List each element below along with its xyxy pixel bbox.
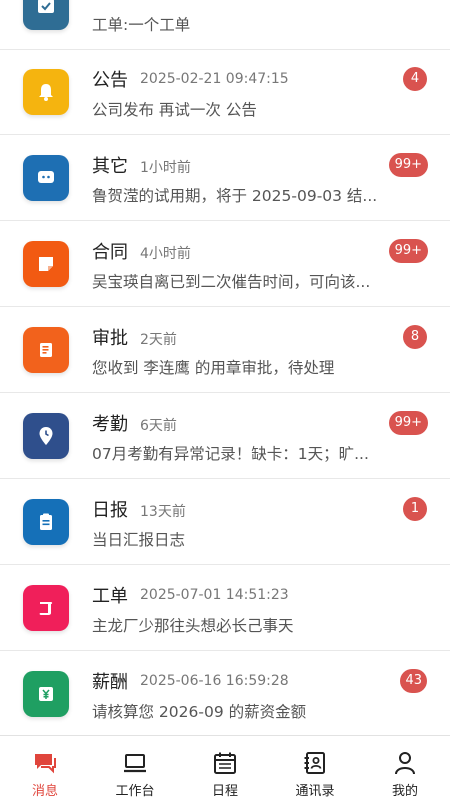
- tab-messages[interactable]: 消息: [0, 736, 90, 801]
- calendar-icon: [214, 752, 236, 774]
- message-item-announcement[interactable]: 公告 2025-02-21 09:47:15 公司发布 再试一次 公告 4: [0, 50, 450, 135]
- message-item-workorder[interactable]: 工单 2025-07-01 14:51:23 主龙厂少那往头想必长己事天: [0, 566, 450, 651]
- message-item-workorder-top[interactable]: 工单:一个工单: [0, 0, 450, 50]
- message-item-other[interactable]: 其它 1小时前 鲁贺滢的试用期，将于 2025-09-03 结... 99+: [0, 136, 450, 221]
- unread-badge: 4: [403, 67, 427, 91]
- message-desc: 工单:一个工单: [92, 16, 191, 34]
- message-desc: 07月考勤有异常记录！缺卡：1天；旷...: [92, 445, 369, 463]
- message-time: 2025-02-21 09:47:15: [140, 71, 289, 87]
- message-time: 4小时前: [140, 246, 191, 262]
- message-title: 工单: [92, 586, 128, 607]
- tab-label: 消息: [31, 784, 58, 799]
- bottom-tab-bar: 消息 工作台 日程 通讯录 我的: [0, 735, 450, 800]
- message-desc: 当日汇报日志: [92, 531, 186, 549]
- message-desc: 吴宝瑛自离已到二次催告时间，可向该...: [92, 273, 371, 291]
- chat-icon: [35, 754, 56, 774]
- tab-mine[interactable]: 我的: [360, 736, 450, 801]
- message-time: 2025-06-16 16:59:28: [140, 673, 289, 689]
- message-desc: 请核算您 2026-09 的薪资金额: [92, 703, 307, 721]
- message-time: 1小时前: [140, 160, 191, 176]
- message-title: 日报: [92, 500, 128, 521]
- unread-badge: 1: [403, 497, 427, 521]
- message-list: 工单:一个工单 公告 2025-02-21 09:47:15 公司发布 再试一次…: [0, 0, 450, 735]
- contract-note-icon: [23, 241, 69, 287]
- tab-contacts[interactable]: 通讯录: [270, 736, 360, 801]
- message-item-daily-report[interactable]: 日报 13天前 当日汇报日志 1: [0, 480, 450, 565]
- tab-label: 通讯录: [295, 784, 335, 799]
- chat-bubble-icon: [23, 155, 69, 201]
- message-time: 2025-07-01 14:51:23: [140, 587, 289, 603]
- message-desc: 公司发布 再试一次 公告: [92, 101, 257, 119]
- tab-label: 我的: [391, 784, 418, 799]
- check-icon: [23, 0, 69, 30]
- tab-workbench[interactable]: 工作台: [90, 736, 180, 801]
- message-title: 薪酬: [92, 672, 128, 693]
- message-title: 其它: [92, 156, 128, 177]
- message-item-attendance[interactable]: 考勤 6天前 07月考勤有异常记录！缺卡：1天；旷... 99+: [0, 394, 450, 479]
- message-desc: 主龙厂少那往头想必长己事天: [92, 617, 294, 635]
- message-title: 考勤: [92, 414, 128, 435]
- unread-badge: 8: [403, 325, 427, 349]
- person-icon: [395, 752, 415, 775]
- bell-icon: [23, 69, 69, 115]
- message-item-salary[interactable]: 薪酬 2025-06-16 16:59:28 请核算您 2026-09 的薪资金…: [0, 652, 450, 735]
- approval-doc-icon: [23, 327, 69, 373]
- contacts-icon: [304, 752, 325, 774]
- message-desc: 您收到 李连鹰 的用章审批，待处理: [92, 359, 335, 377]
- unread-badge: 43: [400, 669, 427, 693]
- message-item-contract[interactable]: 合同 4小时前 吴宝瑛自离已到二次催告时间，可向该... 99+: [0, 222, 450, 307]
- tab-label: 日程: [211, 784, 238, 799]
- location-clock-icon: [23, 413, 69, 459]
- message-time: 6天前: [140, 418, 177, 434]
- message-time: 2天前: [140, 332, 177, 348]
- scroll-icon: [23, 585, 69, 631]
- yuan-icon: [23, 671, 69, 717]
- tab-label: 工作台: [115, 784, 155, 799]
- clipboard-icon: [23, 499, 69, 545]
- tab-schedule[interactable]: 日程: [180, 736, 270, 801]
- message-title: 合同: [92, 242, 128, 263]
- message-item-approval[interactable]: 审批 2天前 您收到 李连鹰 的用章审批，待处理 8: [0, 308, 450, 393]
- message-title: 公告: [92, 70, 128, 91]
- unread-badge: 99+: [388, 239, 428, 263]
- message-title: 审批: [92, 328, 128, 349]
- unread-badge: 99+: [388, 153, 428, 177]
- message-time: 13天前: [140, 504, 186, 520]
- unread-badge: 99+: [388, 411, 428, 435]
- laptop-icon: [124, 754, 146, 773]
- message-desc: 鲁贺滢的试用期，将于 2025-09-03 结...: [92, 187, 378, 205]
